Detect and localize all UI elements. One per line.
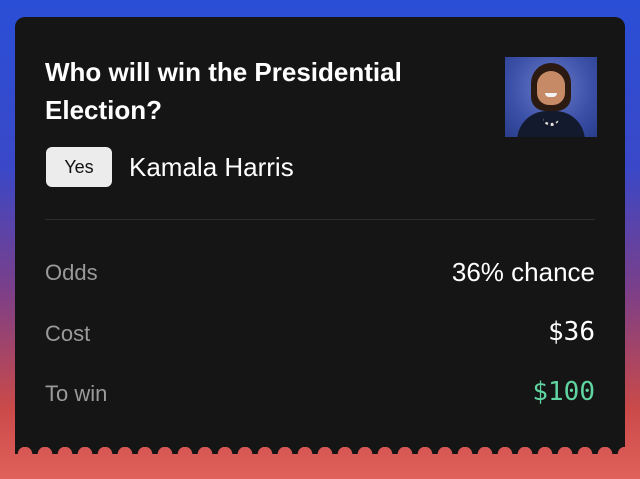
cost-value: $36 — [548, 317, 595, 347]
cost-label: Cost — [45, 321, 91, 346]
to-win-value: $100 — [532, 377, 595, 407]
to-win-label: To win — [45, 381, 108, 406]
odds-value: 36% chance — [451, 257, 595, 287]
question-title: Who will win the Presidential Election? — [45, 57, 402, 125]
divider — [45, 219, 595, 220]
photo-face — [537, 71, 565, 105]
candidate-photo — [505, 57, 597, 137]
odds-label: Odds — [45, 260, 98, 285]
ticket-scallop-edge — [15, 438, 625, 454]
candidate-name: Kamala Harris — [129, 152, 294, 182]
bet-card: Who will win the Presidential Election? … — [15, 17, 625, 447]
yes-badge[interactable]: Yes — [46, 147, 112, 187]
